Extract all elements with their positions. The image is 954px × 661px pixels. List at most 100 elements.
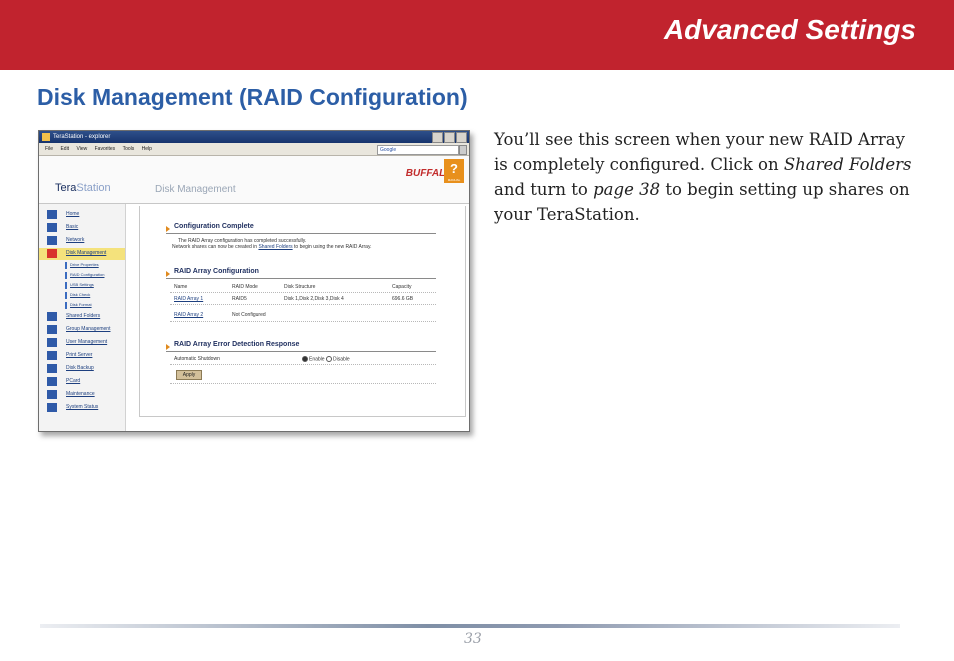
user-icon [47, 338, 57, 347]
subitem-marker-icon [65, 292, 67, 299]
app-header: TeraStation BUFFALO ? MANUAL Disk Managem… [39, 156, 469, 204]
menu-help[interactable]: Help [142, 146, 152, 152]
apply-button[interactable]: Apply [176, 370, 202, 380]
sidebar-item-home[interactable]: Home [39, 209, 125, 221]
group-icon [47, 325, 57, 334]
sidebar-item-label: Disk Management [66, 250, 107, 256]
disable-label: Disable [332, 356, 350, 363]
raid-array-1-mode: RAID5 [232, 296, 247, 302]
row-divider [170, 321, 436, 322]
footer-rule [40, 624, 900, 628]
sidebar-item-label: RAID Configuration [70, 272, 105, 277]
shared-folders-link[interactable]: Shared Folders [258, 244, 292, 250]
menu-favorites[interactable]: Favorites [95, 146, 116, 152]
brand-suffix: Station [76, 182, 111, 194]
section-heading: Disk Management (RAID Configuration) [37, 84, 468, 110]
menu-tools[interactable]: Tools [123, 146, 135, 152]
pc-card-icon [47, 377, 57, 386]
raid-array-2-link[interactable]: RAID Array 2 [174, 312, 203, 318]
body-text-2: and turn to [494, 180, 594, 199]
menu-file[interactable]: File [45, 146, 53, 152]
config-complete-title: Configuration Complete [174, 223, 254, 230]
raid-array-1-structure: Disk 1,Disk 2,Disk 3,Disk 4 [284, 296, 344, 302]
help-button[interactable]: ? MANUAL [444, 159, 464, 183]
window-titlebar: TeraStation - explorer _ □ × [39, 131, 469, 143]
sidebar-item-label: USB Settings [70, 282, 94, 287]
config-complete-line2: Network shares can now be created in Sha… [172, 244, 371, 250]
banner-title: Advanced Settings [663, 14, 916, 45]
divider [166, 278, 436, 279]
raid-array-1-link[interactable]: RAID Array 1 [174, 296, 203, 302]
subitem-marker-icon [65, 262, 67, 269]
sidebar-item-label: Maintenance [66, 391, 95, 397]
page-title: Disk Management [155, 184, 236, 195]
brand-prefix: Tera [55, 182, 77, 194]
sidebar-item-label: User Management [66, 339, 108, 345]
app-icon [42, 133, 50, 141]
sidebar-item-label: Home [66, 211, 80, 217]
col-header-disk-structure: Disk Structure [284, 284, 316, 290]
disable-radio[interactable] [325, 356, 332, 362]
help-icon: ? [450, 161, 458, 176]
divider [166, 351, 436, 352]
row-divider [170, 364, 436, 365]
minimize-icon[interactable]: _ [432, 132, 450, 143]
sidebar-item-label: Shared Folders [66, 313, 101, 319]
sidebar-item-shared-folders[interactable]: Shared Folders [39, 311, 125, 323]
sidebar-item-basic[interactable]: Basic [39, 222, 125, 234]
subitem-marker-icon [65, 302, 67, 309]
section-arrow-icon [166, 271, 170, 277]
raid-config-title: RAID Array Configuration [174, 268, 259, 275]
sidebar-item-label: Disk Check [70, 292, 91, 297]
raid-array-1-capacity: 696.6 GB [392, 296, 414, 302]
auto-shutdown-options: Enable Disable [302, 356, 350, 362]
sidebar-item-label: Drive Properties [70, 262, 99, 267]
row-divider [170, 292, 436, 293]
network-icon [47, 236, 57, 245]
sidebar-item-user-management[interactable]: User Management [39, 337, 125, 349]
sidebar-item-maintenance[interactable]: Maintenance [39, 389, 125, 401]
search-go-button[interactable] [459, 145, 467, 155]
close-icon[interactable]: × [456, 132, 467, 143]
sidebar-item-label: System Status [66, 404, 99, 410]
sidebar-item-system-status[interactable]: System Status [39, 402, 125, 414]
error-response-title: RAID Array Error Detection Response [174, 341, 300, 348]
sidebar-item-label: Basic [66, 224, 79, 230]
col-header-raid-mode: RAID Mode [232, 284, 258, 290]
window-title: TeraStation - explorer [53, 134, 111, 140]
auto-shutdown-label: Automatic Shutdown [174, 356, 220, 362]
sidebar-item-group-management[interactable]: Group Management [39, 324, 125, 336]
product-brand: TeraStation [55, 182, 111, 194]
search-toolbar[interactable]: Google [377, 145, 459, 155]
maximize-icon[interactable]: □ [444, 132, 463, 143]
page-reference: page 38 [593, 180, 661, 199]
shared-folders-reference: Shared Folders [783, 155, 912, 174]
enable-radio[interactable] [302, 356, 308, 362]
section-arrow-icon [166, 344, 170, 350]
sidebar-item-label: PCard [66, 378, 81, 384]
sidebar-item-pc-card[interactable]: PCard [39, 376, 125, 388]
raid-array-2-mode: Not Configured [232, 312, 266, 318]
body-paragraph: You’ll see this screen when your new RAI… [494, 127, 914, 227]
sidebar-item-label: Group Management [66, 326, 111, 332]
home-icon [47, 210, 57, 219]
sidebar-item-print-server[interactable]: Print Server [39, 350, 125, 362]
sidebar-item-network[interactable]: Network [39, 235, 125, 247]
col-header-name: Name [174, 284, 188, 290]
sidebar-item-label: Print Server [66, 352, 93, 358]
printer-icon [47, 351, 57, 360]
main-content: Configuration Complete The RAID Array co… [139, 206, 466, 417]
menu-edit[interactable]: Edit [60, 146, 69, 152]
row-divider [170, 383, 436, 384]
config-complete-text: Network shares can now be created in [172, 244, 259, 250]
basic-icon [47, 223, 57, 232]
menu-view[interactable]: View [76, 146, 87, 152]
disk-management-icon [47, 249, 57, 258]
sidebar-item-disk-management[interactable]: Disk Management [39, 248, 125, 260]
sidebar-item-disk-backup[interactable]: Disk Backup [39, 363, 125, 375]
help-caption: MANUAL [447, 178, 461, 182]
subitem-marker-icon [65, 282, 67, 289]
page-number: 33 [464, 631, 482, 647]
sidebar-item-label: Disk Format [70, 302, 92, 307]
window-controls: _ □ × [432, 132, 467, 143]
